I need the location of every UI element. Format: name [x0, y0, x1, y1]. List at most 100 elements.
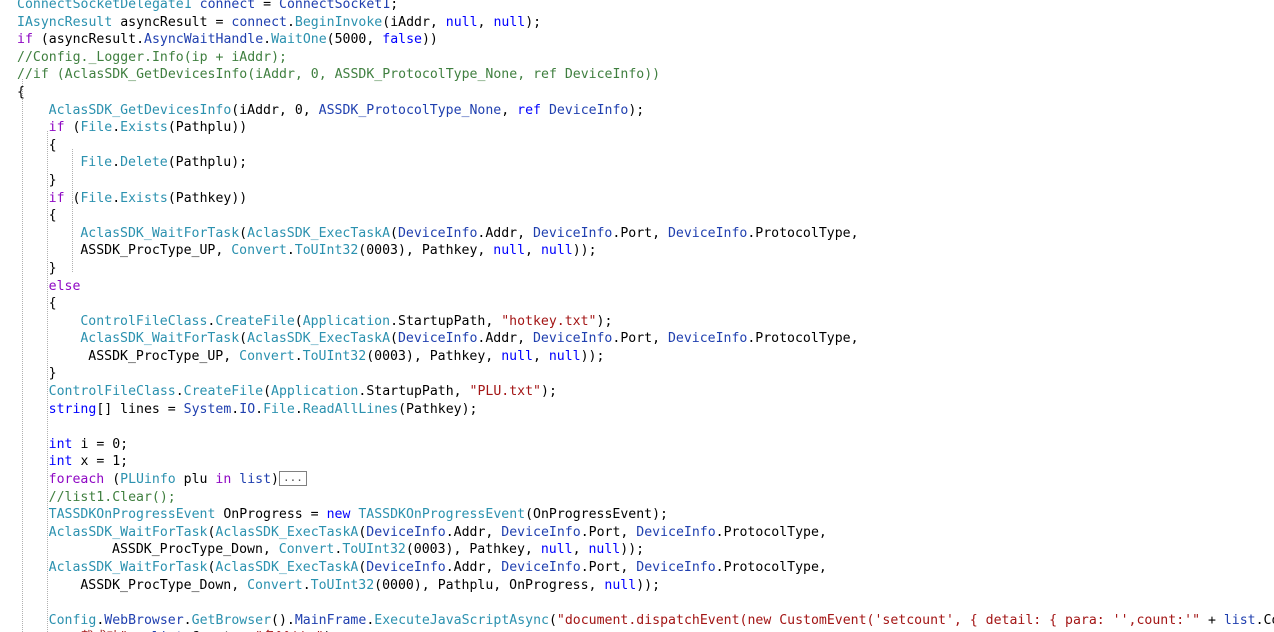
- code-line[interactable]: File.Delete(Pathplu);: [0, 154, 1274, 172]
- code-line[interactable]: AclasSDK_WaitForTask(AclasSDK_ExecTaskA(…: [0, 559, 1274, 577]
- code-token: list: [1223, 612, 1256, 628]
- code-line[interactable]: AclasSDK_WaitForTask(AclasSDK_ExecTaskA(…: [0, 330, 1274, 348]
- code-token: null: [501, 348, 533, 364]
- code-token: (: [294, 313, 303, 329]
- code-line[interactable]: AclasSDK_WaitForTask(AclasSDK_ExecTaskA(…: [0, 225, 1274, 243]
- code-token: ,: [572, 542, 589, 558]
- code-line[interactable]: ControlFileClass.CreateFile(Application.…: [0, 313, 1274, 331]
- code-line[interactable]: {: [0, 137, 1274, 155]
- code-token: Delete: [120, 155, 168, 171]
- code-token: }: [48, 172, 57, 188]
- code-line[interactable]: //Config._Logger.Info(ip + iAddr);: [0, 49, 1274, 67]
- code-line[interactable]: if (asyncResult.AsyncWaitHandle.WaitOne(…: [0, 31, 1274, 49]
- code-line[interactable]: }: [0, 365, 1274, 383]
- code-token: .Port,: [580, 560, 637, 575]
- code-token: "hotkey.txt": [501, 313, 597, 329]
- code-token: null: [493, 14, 526, 30]
- code-token: Exists: [120, 120, 168, 136]
- code-token: .: [112, 120, 121, 136]
- code-line[interactable]: foreach (PLUinfo plu in list)...: [0, 470, 1274, 489]
- code-token: ,: [231, 577, 248, 593]
- code-token: x = 1;: [72, 454, 129, 470]
- code-token: .: [263, 32, 272, 48]
- code-token: DeviceInfo: [501, 524, 581, 540]
- code-token: .: [183, 612, 192, 628]
- code-token: list: [239, 472, 272, 488]
- code-token: (: [104, 472, 121, 488]
- code-line[interactable]: ASSDK_ProcType_UP, Convert.ToUInt32(0003…: [0, 348, 1274, 366]
- code-line[interactable]: if (File.Exists(Pathkey)): [0, 190, 1274, 208]
- code-token: null: [548, 348, 581, 364]
- code-token: );: [596, 313, 613, 329]
- code-token: ): [271, 472, 279, 488]
- code-line[interactable]: ASSDK_ProcType_Down, Convert.ToUInt32(00…: [0, 541, 1274, 559]
- code-token: ToUInt32: [310, 577, 375, 593]
- code-line[interactable]: //if (AclasSDK_GetDevicesInfo(iAddr, 0, …: [0, 66, 1274, 84]
- code-token: MainFrame: [294, 612, 367, 628]
- code-line[interactable]: TASSDKOnProgressEvent OnProgress = new T…: [0, 506, 1274, 524]
- code-token: (: [548, 612, 557, 628]
- code-token: ().: [271, 612, 295, 628]
- code-token: File: [80, 120, 113, 136]
- code-token: //if (AclasSDK_GetDevicesInfo(iAddr, 0, …: [17, 67, 661, 83]
- code-token: DeviceInfo: [397, 225, 478, 241]
- collapsed-region-box[interactable]: ...: [278, 470, 307, 486]
- code-token: .Port,: [612, 225, 668, 241]
- code-line[interactable]: int x = 1;: [0, 453, 1274, 471]
- code-token: File: [80, 155, 113, 171]
- code-line[interactable]: AclasSDK_GetDevicesInfo(iAddr, 0, ASSDK_…: [0, 102, 1274, 120]
- code-token: (iAddr, 0,: [231, 102, 319, 118]
- code-token: (iAddr,: [382, 14, 446, 30]
- code-token: .ProtocolType,: [715, 560, 827, 575]
- code-token: if: [48, 120, 65, 136]
- code-token: int: [48, 436, 73, 452]
- code-token: .Addr,: [445, 524, 502, 540]
- code-editor[interactable]: ConnectSocketDelegate1 connect = Connect…: [0, 0, 1274, 632]
- code-token: int: [48, 454, 73, 470]
- code-token: Exists: [120, 190, 168, 206]
- code-token: (0003), Pathkey,: [366, 348, 502, 364]
- code-token: Application: [271, 384, 359, 400]
- code-line[interactable]: if (File.Exists(Pathplu)): [0, 119, 1274, 137]
- code-token: ToUInt32: [342, 542, 406, 558]
- code-token: .ProtocolType,: [715, 524, 827, 540]
- code-line[interactable]: Config.WebBrowser.GetBrowser().MainFrame…: [0, 612, 1274, 630]
- code-token: OnProgress =: [215, 507, 327, 523]
- code-token: ,: [477, 14, 494, 30]
- code-text-area[interactable]: ConnectSocketDelegate1 connect = Connect…: [0, 0, 1274, 632]
- code-token: );: [628, 102, 645, 118]
- code-token: (: [239, 225, 248, 241]
- code-line[interactable]: }: [0, 260, 1274, 278]
- code-token: Config: [48, 612, 97, 628]
- code-token: (: [390, 225, 398, 241]
- code-line[interactable]: ASSDK_ProcType_Down, Convert.ToUInt32(00…: [0, 577, 1274, 595]
- code-token: in: [215, 472, 232, 488]
- code-line[interactable]: }: [0, 172, 1274, 190]
- code-line[interactable]: IAsyncResult asyncResult = connect.Begin…: [0, 14, 1274, 32]
- code-token: BeginInvoke: [294, 14, 383, 30]
- code-token: {: [48, 296, 57, 312]
- code-line[interactable]: [0, 418, 1274, 436]
- code-line[interactable]: {: [0, 207, 1274, 225]
- code-line[interactable]: [0, 594, 1274, 612]
- code-token: null: [604, 577, 637, 593]
- code-line[interactable]: {: [0, 295, 1274, 313]
- code-token: (OnProgressEvent);: [525, 507, 668, 523]
- code-line[interactable]: string[] lines = System.IO.File.ReadAllL…: [0, 401, 1274, 419]
- code-token: ,: [525, 243, 541, 259]
- code-token: Convert: [231, 243, 287, 259]
- code-token: Convert: [247, 577, 303, 593]
- code-line[interactable]: {: [0, 84, 1274, 102]
- code-line[interactable]: ConnectSocketDelegate1 connect = Connect…: [0, 0, 1274, 14]
- code-line[interactable]: AclasSDK_WaitForTask(AclasSDK_ExecTaskA(…: [0, 524, 1274, 542]
- code-token: =: [255, 0, 280, 12]
- code-line[interactable]: int i = 0;: [0, 436, 1274, 454]
- code-token: DeviceInfo: [548, 102, 629, 118]
- code-token: else: [48, 278, 81, 294]
- code-token: .Port,: [612, 331, 668, 347]
- code-line[interactable]: ASSDK_ProcType_UP, Convert.ToUInt32(0003…: [0, 242, 1274, 260]
- code-line[interactable]: else: [0, 278, 1274, 296]
- code-line[interactable]: //list1.Clear();: [0, 489, 1274, 507]
- code-token: IAsyncResult: [17, 14, 113, 30]
- code-line[interactable]: ControlFileClass.CreateFile(Application.…: [0, 383, 1274, 401]
